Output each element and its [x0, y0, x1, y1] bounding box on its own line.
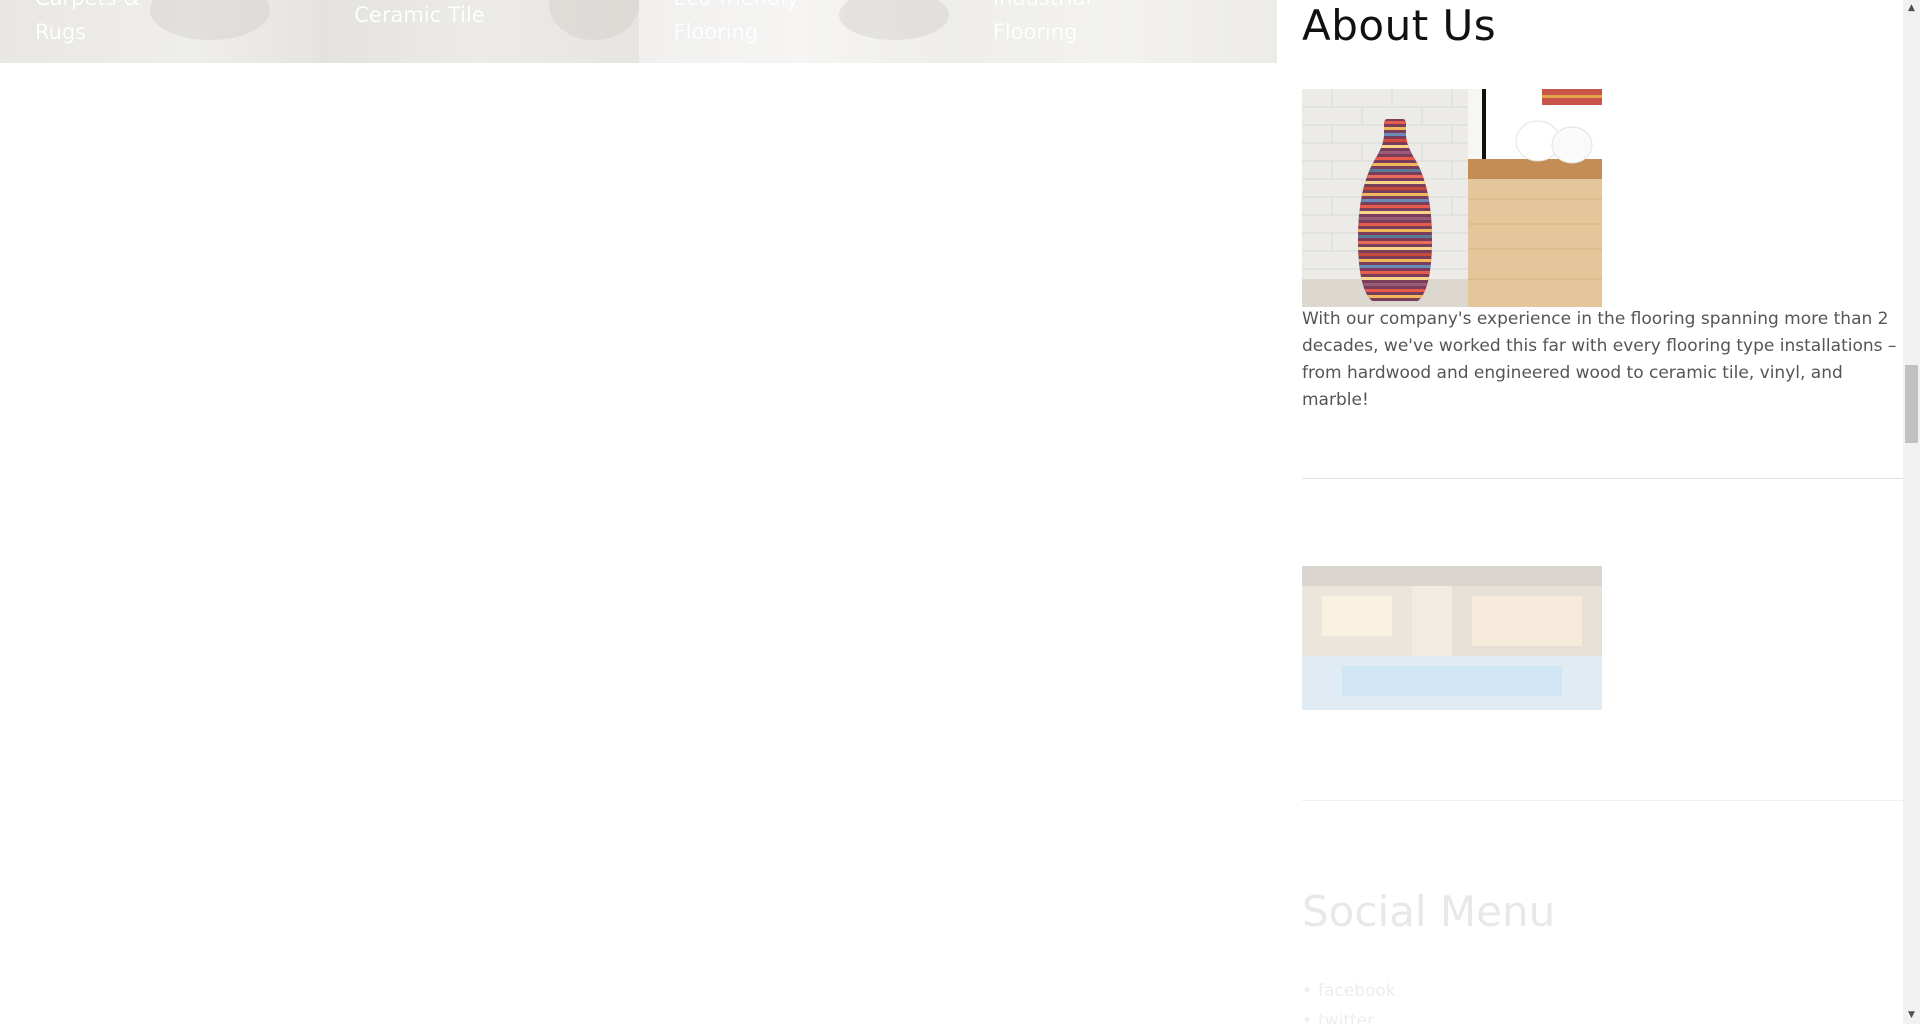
social-menu-heading: Social Menu — [1302, 887, 1556, 936]
category-tile-carpets-rugs[interactable]: Carpets & Rugs — [0, 0, 320, 63]
page-scrollbar[interactable]: ▲ ▼ — [1903, 0, 1920, 1024]
social-link-facebook[interactable]: facebook — [1318, 981, 1396, 1001]
category-tile-ceramic-tile[interactable]: Ceramic Tile — [319, 0, 639, 63]
social-menu-item: facebook — [1302, 976, 1396, 1006]
category-label: Carpets & Rugs — [35, 0, 140, 44]
triangle-up-icon[interactable]: ▲ — [1903, 0, 1920, 17]
about-us-text: With our company's experience in the flo… — [1302, 309, 1897, 410]
category-label: Ceramic Tile — [354, 3, 485, 27]
triangle-down-icon[interactable]: ▼ — [1903, 1007, 1920, 1024]
about-us-illustration — [1302, 89, 1602, 307]
about-us-heading: About Us — [1302, 1, 1497, 50]
social-menu-list: facebook twitter — [1302, 976, 1396, 1024]
about-us-image — [1302, 89, 1602, 307]
category-label: Industrial Flooring — [992, 0, 1092, 44]
sidebar-promo-image[interactable] — [1302, 566, 1602, 710]
social-link-twitter[interactable]: twitter — [1318, 1011, 1374, 1024]
category-tile-eco-friendly-flooring[interactable]: Eco-friendly Flooring — [638, 0, 958, 63]
category-label: Eco-friendly Flooring — [673, 0, 799, 44]
page: Carpets & Rugs Ceramic Tile Eco-friendly… — [0, 0, 1920, 1024]
scrollbar-thumb[interactable] — [1905, 365, 1918, 443]
category-strip: Carpets & Rugs Ceramic Tile Eco-friendly… — [0, 0, 1277, 63]
pool-house-illustration — [1302, 566, 1602, 710]
category-tile-industrial-flooring[interactable]: Industrial Flooring — [957, 0, 1277, 63]
sidebar: About Us With our company's experience i… — [1302, 0, 1903, 1024]
social-menu-item: twitter — [1302, 1006, 1396, 1024]
sidebar-divider — [1302, 478, 1903, 479]
sidebar-divider — [1302, 800, 1903, 801]
